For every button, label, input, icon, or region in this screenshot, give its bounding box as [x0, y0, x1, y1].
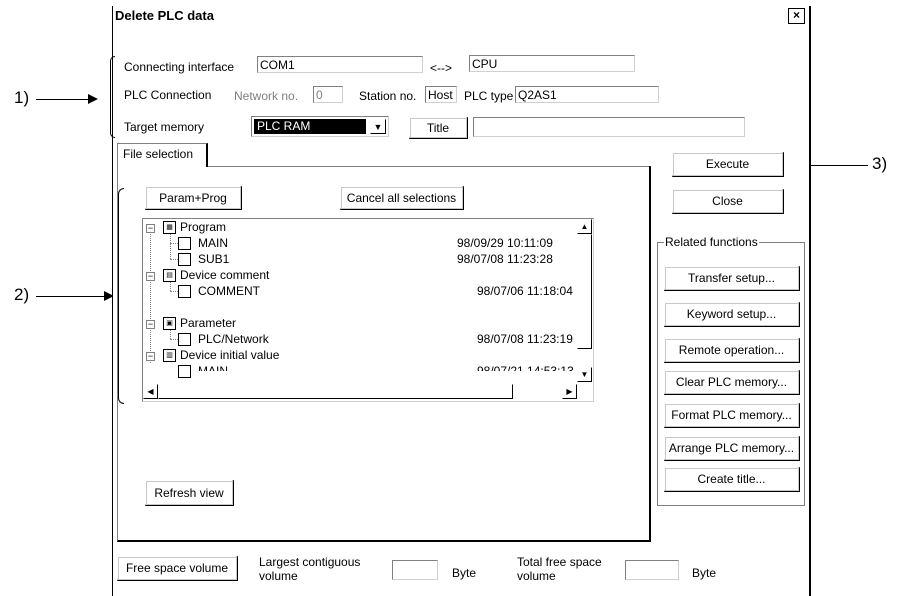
tree-connector	[170, 233, 171, 259]
tree-item-comment[interactable]: COMMENT	[198, 283, 260, 299]
title-bar: Delete PLC data ×	[113, 6, 809, 26]
execute-button[interactable]: Execute	[672, 152, 784, 177]
byte-label-2: Byte	[692, 566, 717, 580]
station-no-field: Host	[425, 86, 457, 103]
link-arrow-label: <-->	[430, 61, 453, 75]
tree-item-sub1-date: 98/07/08 11:23:28	[457, 252, 553, 266]
total-free-space-label: Total free space volume	[517, 555, 602, 583]
interface-field: COM1	[257, 56, 423, 73]
tree-connector	[170, 281, 171, 291]
tree-connector	[150, 229, 151, 363]
tree-item-plc-network-date: 98/07/08 11:23:19	[477, 332, 573, 346]
clear-plc-memory-button[interactable]: Clear PLC memory...	[664, 370, 800, 395]
panel-top-border	[208, 166, 649, 167]
tree-item-initial-main-date: 98/07/21 14:53:13	[477, 364, 574, 371]
checkbox-initial-main[interactable]	[178, 365, 191, 378]
tab-file-selection-label: File selection	[123, 147, 194, 161]
free-space-volume-button[interactable]: Free space volume	[117, 556, 238, 581]
collapse-icon[interactable]: −	[146, 352, 155, 361]
scroll-down-icon[interactable]: ▼	[577, 367, 592, 382]
tree-item-plc-network[interactable]: PLC/Network	[198, 331, 269, 347]
format-plc-memory-button[interactable]: Format PLC memory...	[664, 403, 800, 428]
program-icon: ▦	[163, 221, 176, 234]
collapse-icon[interactable]: −	[146, 224, 155, 233]
tree-group-device-initial-value[interactable]: Device initial value	[180, 347, 279, 363]
related-functions-label: Related functions	[664, 235, 759, 249]
network-no-label: Network no.	[234, 89, 299, 103]
arrange-plc-memory-button[interactable]: Arrange PLC memory...	[664, 436, 800, 461]
byte-label-1: Byte	[452, 566, 477, 580]
tree-item-main-date: 98/09/29 10:11:09	[457, 236, 553, 250]
annotation-2-arrow-line	[36, 296, 104, 297]
title-field[interactable]	[473, 117, 745, 137]
tree-item-comment-date: 98/07/06 11:18:04	[477, 284, 573, 298]
collapse-icon[interactable]: −	[146, 320, 155, 329]
vertical-scroll-thumb[interactable]	[577, 234, 592, 349]
keyword-setup-button[interactable]: Keyword setup...	[664, 302, 800, 327]
collapse-icon[interactable]: −	[146, 272, 155, 281]
annotation-3: 3)	[872, 154, 888, 173]
target-memory-label: Target memory	[124, 120, 205, 134]
annotation-1-arrow-line	[36, 99, 88, 100]
param-prog-button[interactable]: Param+Prog	[145, 186, 242, 210]
horizontal-scroll-thumb[interactable]	[158, 384, 513, 399]
plc-type-label: PLC type	[464, 89, 514, 103]
chevron-down-icon[interactable]: ▼	[370, 119, 386, 134]
largest-contiguous-label-line1: Largest contiguous	[259, 555, 361, 569]
title-button[interactable]: Title	[409, 117, 468, 139]
scroll-up-icon[interactable]: ▲	[577, 219, 592, 234]
annotation-1-arrowhead	[88, 94, 98, 104]
target-memory-select[interactable]: PLC RAM ▼	[251, 116, 389, 137]
checkbox-sub1[interactable]	[178, 253, 191, 266]
largest-contiguous-label: Largest contiguous volume	[259, 555, 360, 583]
checkbox-main[interactable]	[178, 237, 191, 250]
station-no-label: Station no.	[359, 89, 417, 103]
tree-group-program[interactable]: Program	[180, 219, 226, 235]
remote-operation-button[interactable]: Remote operation...	[664, 338, 800, 363]
section-1-bracket	[110, 56, 115, 138]
tree-item-sub1[interactable]: SUB1	[198, 251, 229, 267]
parameter-icon: ▣	[163, 317, 176, 330]
tree-group-parameter[interactable]: Parameter	[180, 315, 236, 331]
tree-group-device-comment[interactable]: Device comment	[180, 267, 269, 283]
tree-connector	[170, 291, 178, 292]
file-tree[interactable]: − ▦ Program MAIN 98/09/29 10:11:09 2 SUB…	[142, 218, 594, 402]
device-initial-icon: ▥	[163, 349, 176, 362]
scroll-left-icon[interactable]: ◀	[143, 384, 158, 399]
total-free-space-label-line2: volume	[517, 569, 556, 583]
checkbox-comment[interactable]	[178, 285, 191, 298]
scroll-right-icon[interactable]: ▶	[562, 384, 577, 399]
tree-connector	[170, 329, 171, 339]
tree-item-main[interactable]: MAIN	[198, 235, 228, 251]
annotation-2: 2)	[14, 285, 30, 304]
tree-connector	[170, 259, 178, 260]
target-field: CPU	[469, 55, 635, 72]
tree-item-initial-main[interactable]: MAIN	[198, 363, 228, 371]
largest-contiguous-label-line2: volume	[259, 569, 298, 583]
device-comment-icon: ▤	[163, 269, 176, 282]
largest-contiguous-field	[392, 560, 438, 580]
plc-type-field: Q2AS1	[515, 86, 659, 103]
annotation-1: 1)	[14, 88, 30, 107]
horizontal-scrollbar[interactable]: ◀ ▶	[143, 384, 592, 400]
section-2-bracket	[118, 188, 124, 404]
target-memory-value: PLC RAM	[254, 119, 366, 134]
dialog-title: Delete PLC data	[115, 8, 214, 23]
cancel-all-selections-button[interactable]: Cancel all selections	[340, 186, 464, 210]
total-free-space-field	[625, 560, 679, 580]
vertical-scrollbar[interactable]: ▲ ▼	[577, 219, 592, 382]
tree-connector	[170, 243, 178, 244]
network-no-field: 0	[313, 86, 343, 103]
close-button[interactable]: Close	[672, 189, 784, 214]
tree-connector	[170, 339, 178, 340]
checkbox-plc-network[interactable]	[178, 333, 191, 346]
plc-connection-label: PLC Connection	[124, 88, 212, 102]
refresh-view-button[interactable]: Refresh view	[145, 480, 234, 506]
tab-file-selection[interactable]: File selection	[117, 143, 208, 167]
create-title-button[interactable]: Create title...	[664, 467, 800, 492]
connecting-interface-label: Connecting interface	[124, 60, 235, 74]
close-icon[interactable]: ×	[788, 8, 805, 24]
total-free-space-label-line1: Total free space	[517, 555, 602, 569]
transfer-setup-button[interactable]: Transfer setup...	[664, 266, 800, 291]
